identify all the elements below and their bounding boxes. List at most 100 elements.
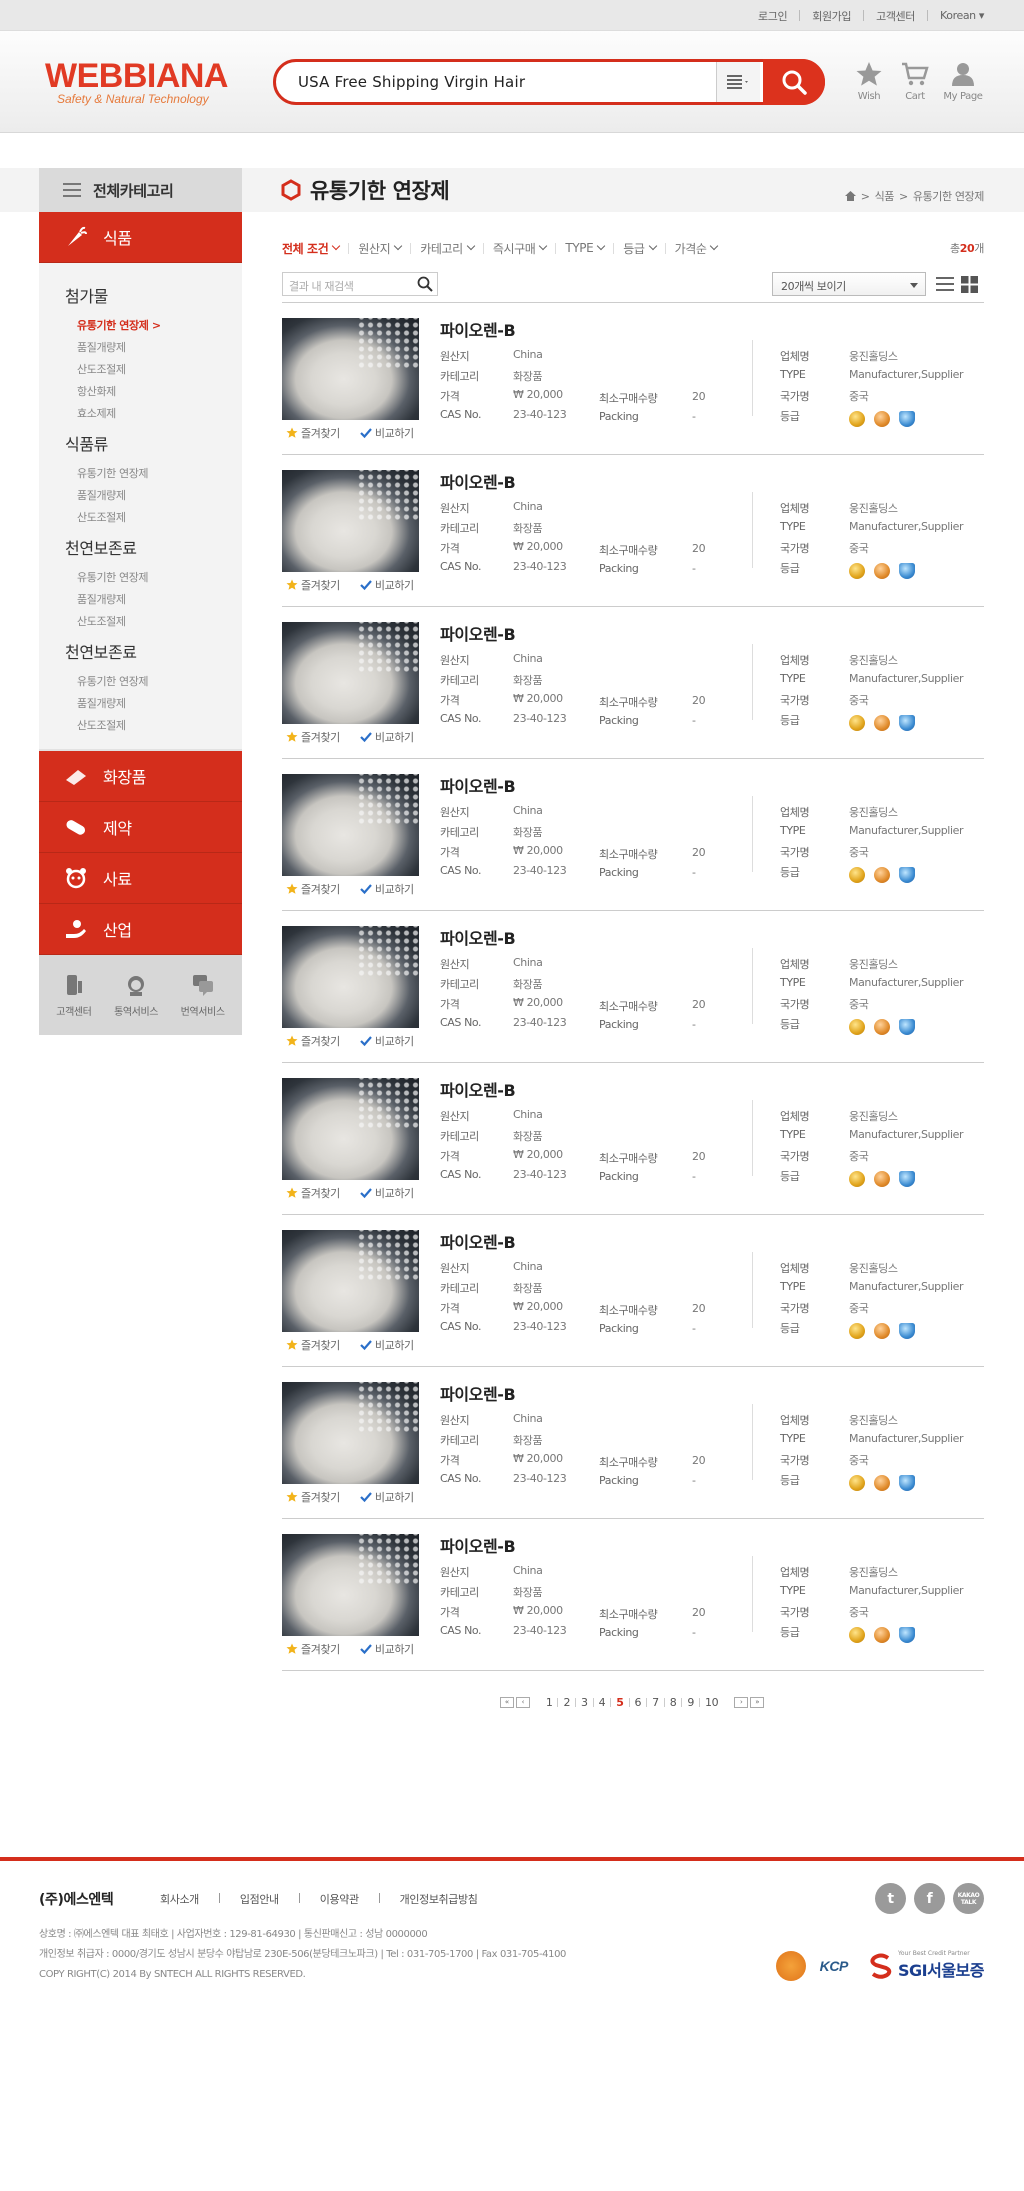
wish-toggle[interactable]: 즐겨찾기 bbox=[286, 577, 350, 593]
page-number[interactable]: 6 bbox=[635, 1696, 642, 1709]
page-number[interactable]: 8 bbox=[670, 1696, 677, 1709]
company-value[interactable]: 웅진홀딩스 bbox=[849, 652, 898, 668]
page-number[interactable]: 3 bbox=[581, 1696, 588, 1709]
company-value[interactable]: 웅진홀딩스 bbox=[849, 1412, 898, 1428]
compare-toggle[interactable]: 비교하기 bbox=[360, 1641, 424, 1657]
product-image[interactable] bbox=[282, 1078, 419, 1180]
breadcrumb-item[interactable]: 유통기한 연장제 bbox=[913, 188, 985, 204]
service-interpretation[interactable]: 통역서비스 bbox=[114, 973, 158, 1018]
search-icon[interactable] bbox=[417, 276, 433, 292]
filter-all[interactable]: 전체 조건 bbox=[282, 240, 341, 257]
logo[interactable]: WEBBIANA Safety & Natural Technology bbox=[45, 59, 228, 106]
product-name[interactable]: 파이오렌-B bbox=[440, 621, 516, 645]
compare-toggle[interactable]: 비교하기 bbox=[360, 425, 424, 441]
next-page-button[interactable]: › bbox=[734, 1697, 749, 1708]
category-food[interactable]: 식품 bbox=[39, 212, 242, 263]
subcat-item[interactable]: 유통기한 연장제 bbox=[65, 567, 242, 589]
all-category-button[interactable]: 전체카테고리 bbox=[39, 168, 242, 212]
page-number[interactable]: 1 bbox=[546, 1696, 553, 1709]
filter-instant-buy[interactable]: 즉시구매 bbox=[493, 240, 548, 257]
subcat-item[interactable]: 품질개량제 bbox=[65, 485, 242, 507]
filter-origin[interactable]: 원산지 bbox=[358, 240, 403, 257]
subcat-item[interactable]: 산도조절제 bbox=[65, 359, 242, 381]
twitter-icon[interactable]: t bbox=[875, 1883, 906, 1914]
category-pharma[interactable]: 제약 bbox=[39, 802, 242, 853]
page-number[interactable]: 10 bbox=[705, 1696, 719, 1709]
product-image[interactable] bbox=[282, 926, 419, 1028]
language-select[interactable]: Korean ▾ bbox=[940, 9, 984, 22]
compare-toggle[interactable]: 비교하기 bbox=[360, 881, 424, 897]
wish-toggle[interactable]: 즐겨찾기 bbox=[286, 1489, 350, 1505]
footer-link-privacy[interactable]: 개인정보취급방침 bbox=[400, 1891, 478, 1907]
product-image[interactable] bbox=[282, 1230, 419, 1332]
page-number[interactable]: 9 bbox=[687, 1696, 694, 1709]
filter-grade[interactable]: 등급 bbox=[623, 240, 657, 257]
company-value[interactable]: 웅진홀딩스 bbox=[849, 500, 898, 516]
product-name[interactable]: 파이오렌-B bbox=[440, 1381, 516, 1405]
page-number[interactable]: 2 bbox=[563, 1696, 570, 1709]
product-name[interactable]: 파이오렌-B bbox=[440, 1077, 516, 1101]
filter-category[interactable]: 카테고리 bbox=[420, 240, 476, 257]
mypage-button[interactable]: My Page bbox=[933, 61, 993, 102]
subcat-item[interactable]: 품질개량제 bbox=[65, 693, 242, 715]
page-number[interactable]: 7 bbox=[652, 1696, 659, 1709]
subcat-item[interactable]: 유통기한 연장제 bbox=[65, 671, 242, 693]
wish-toggle[interactable]: 즐겨찾기 bbox=[286, 881, 350, 897]
subcat-item[interactable]: 산도조절제 bbox=[65, 507, 242, 529]
subcat-item[interactable]: 산도조절제 bbox=[65, 611, 242, 633]
subcat-item[interactable]: 품질개량제 bbox=[65, 337, 242, 359]
product-image[interactable] bbox=[282, 622, 419, 724]
subcat-item[interactable]: 유통기한 연장제 bbox=[65, 463, 242, 485]
wish-toggle[interactable]: 즐겨찾기 bbox=[286, 1033, 350, 1049]
grid-view-icon[interactable] bbox=[961, 276, 978, 293]
category-industry[interactable]: 산업 bbox=[39, 904, 242, 955]
company-value[interactable]: 웅진홀딩스 bbox=[849, 348, 898, 364]
subcat-item[interactable]: 항산화제 bbox=[65, 381, 242, 403]
search-input[interactable]: USA Free Shipping Virgin Hair bbox=[298, 73, 525, 91]
home-icon[interactable] bbox=[844, 191, 856, 201]
footer-link-terms[interactable]: 이용약관 bbox=[320, 1891, 359, 1907]
compare-toggle[interactable]: 비교하기 bbox=[360, 577, 424, 593]
product-name[interactable]: 파이오렌-B bbox=[440, 773, 516, 797]
subcat-item[interactable]: 산도조절제 bbox=[65, 715, 242, 737]
product-name[interactable]: 파이오렌-B bbox=[440, 469, 516, 493]
compare-toggle[interactable]: 비교하기 bbox=[360, 1489, 424, 1505]
service-translation[interactable]: 번역서비스 bbox=[181, 973, 225, 1018]
wish-toggle[interactable]: 즐겨찾기 bbox=[286, 1337, 350, 1353]
compare-toggle[interactable]: 비교하기 bbox=[360, 729, 424, 745]
product-image[interactable] bbox=[282, 774, 419, 876]
search-button[interactable] bbox=[763, 59, 825, 105]
per-page-select[interactable]: 20개씩 보이기 bbox=[772, 272, 926, 296]
last-page-button[interactable]: » bbox=[750, 1697, 765, 1708]
product-image[interactable] bbox=[282, 318, 419, 420]
first-page-button[interactable]: « bbox=[499, 1697, 514, 1708]
wish-toggle[interactable]: 즐겨찾기 bbox=[286, 1185, 350, 1201]
company-value[interactable]: 웅진홀딩스 bbox=[849, 804, 898, 820]
login-link[interactable]: 로그인 bbox=[758, 8, 788, 24]
subcat-item[interactable]: 효소제제 bbox=[65, 403, 242, 425]
product-name[interactable]: 파이오렌-B bbox=[440, 1229, 516, 1253]
company-value[interactable]: 웅진홀딩스 bbox=[849, 1108, 898, 1124]
customer-center-link[interactable]: 고객센터 bbox=[876, 8, 915, 24]
product-image[interactable] bbox=[282, 470, 419, 572]
list-view-icon[interactable] bbox=[936, 276, 954, 292]
page-number[interactable]: 4 bbox=[599, 1696, 606, 1709]
product-image[interactable] bbox=[282, 1534, 419, 1636]
category-feed[interactable]: 사료 bbox=[39, 853, 242, 904]
prev-page-button[interactable]: ‹ bbox=[515, 1697, 530, 1708]
product-name[interactable]: 파이오렌-B bbox=[440, 317, 516, 341]
footer-link-about[interactable]: 회사소개 bbox=[160, 1891, 199, 1907]
compare-toggle[interactable]: 비교하기 bbox=[360, 1033, 424, 1049]
company-value[interactable]: 웅진홀딩스 bbox=[849, 956, 898, 972]
company-value[interactable]: 웅진홀딩스 bbox=[849, 1564, 898, 1580]
subcat-item[interactable]: 품질개량제 bbox=[65, 589, 242, 611]
wish-toggle[interactable]: 즐겨찾기 bbox=[286, 729, 350, 745]
filter-type[interactable]: TYPE bbox=[565, 241, 606, 255]
signup-link[interactable]: 회원가입 bbox=[812, 8, 851, 24]
result-search-input[interactable]: 결과 내 재검색 bbox=[282, 272, 438, 296]
product-name[interactable]: 파이오렌-B bbox=[440, 925, 516, 949]
category-cosmetics[interactable]: 화장품 bbox=[39, 751, 242, 802]
wish-toggle[interactable]: 즐겨찾기 bbox=[286, 425, 350, 441]
service-customer-center[interactable]: 고객센터 bbox=[56, 973, 92, 1018]
company-value[interactable]: 웅진홀딩스 bbox=[849, 1260, 898, 1276]
